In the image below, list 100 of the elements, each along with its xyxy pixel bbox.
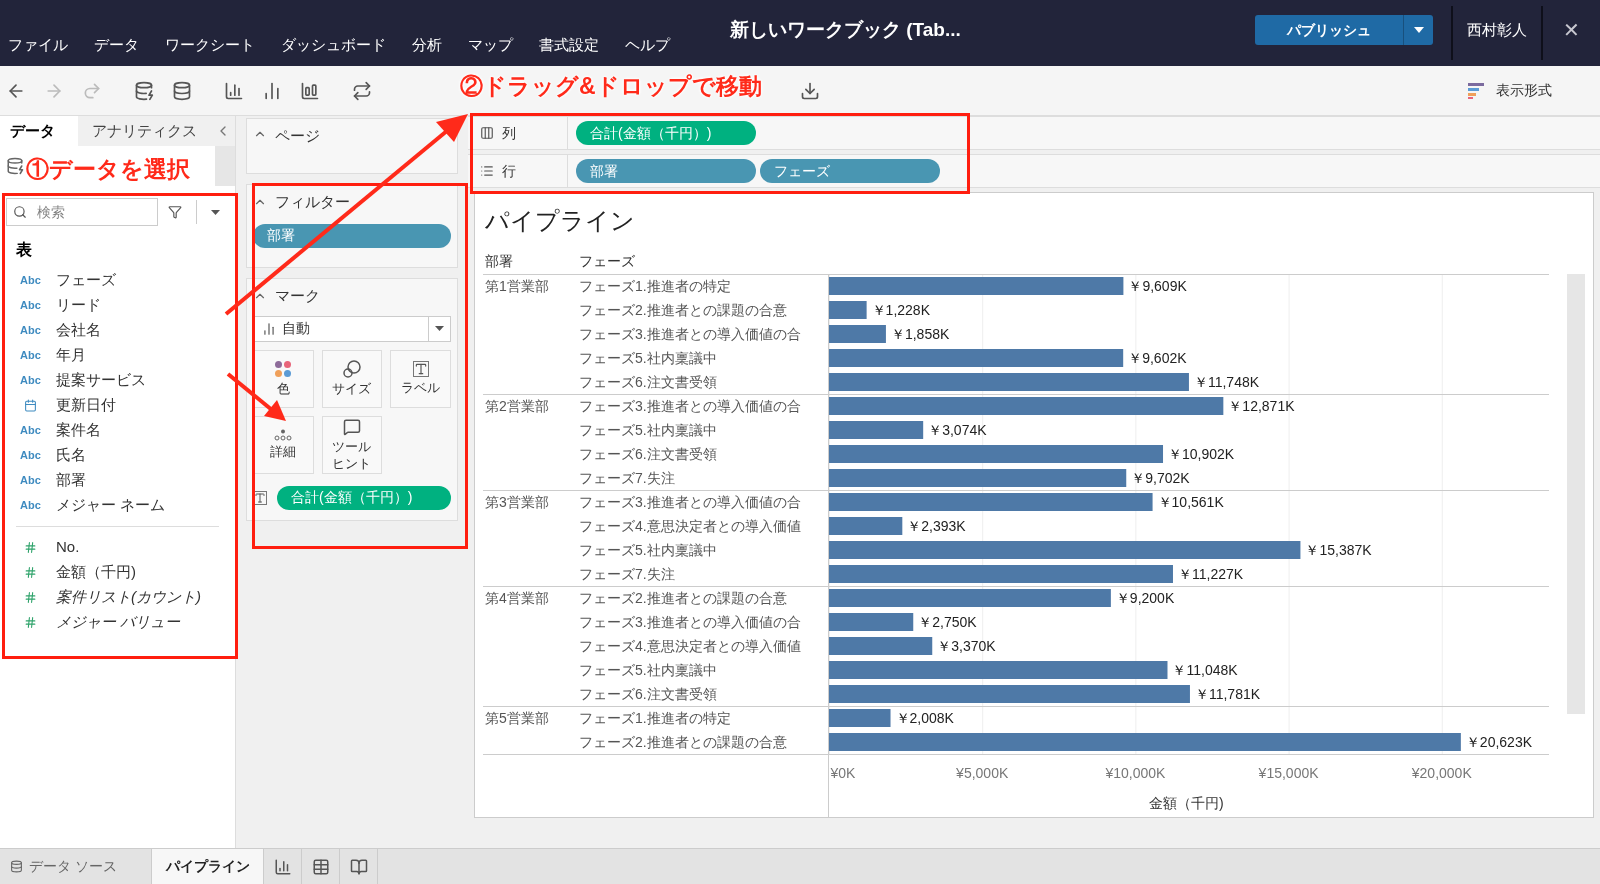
calendar-icon [24, 399, 37, 412]
bar[interactable] [829, 325, 886, 343]
new-data-source-icon[interactable] [134, 80, 154, 101]
bar[interactable] [829, 493, 1153, 511]
bar[interactable] [829, 613, 914, 631]
bar[interactable] [829, 373, 1189, 391]
department-label: 第1営業部 [484, 277, 550, 296]
bar-value-label: ￥9,602K [1128, 350, 1187, 366]
caret-icon[interactable] [211, 209, 220, 215]
bar[interactable] [829, 445, 1163, 463]
field-item[interactable]: 案件リスト(カウント) [56, 586, 201, 609]
close-button[interactable]: ✕ [1563, 15, 1580, 45]
mark-property-button[interactable]: ラベル [401, 379, 441, 396]
publish-button[interactable]: パブリッシュ [1255, 15, 1403, 45]
bar-value-label: ￥3,370K [937, 638, 996, 654]
field-item[interactable]: 会社名 [56, 319, 101, 342]
bar[interactable] [829, 709, 891, 727]
phase-label: フェーズ3.推進者との導入価値の合 [579, 325, 801, 344]
scrollbar[interactable] [1567, 274, 1585, 714]
data-source-icon[interactable] [6, 157, 24, 175]
new-worksheet-icon[interactable] [273, 857, 292, 876]
show-me-label[interactable]: 表示形式 [1496, 80, 1552, 101]
bar-value-label: ￥9,702K [1131, 470, 1190, 486]
text: ¥5,000K [956, 765, 1009, 781]
sheet-tab[interactable]: パイプライン [152, 849, 264, 884]
bar[interactable] [829, 301, 867, 319]
bar[interactable] [829, 277, 1124, 295]
side-tab[interactable]: データ [0, 116, 78, 146]
bar[interactable] [829, 349, 1124, 367]
phase-label: フェーズ4.意思決定者との導入価値 [579, 637, 801, 656]
publish-dropdown-button[interactable] [1403, 15, 1433, 45]
redo-icon[interactable] [82, 80, 102, 101]
mark-type-dropdown[interactable]: 自動 [253, 315, 451, 342]
new-story-icon[interactable] [349, 857, 368, 876]
string-type-label: Abc [20, 373, 42, 389]
menu-item[interactable]: ワークシート [165, 33, 255, 56]
filter-icon[interactable] [168, 205, 182, 219]
bar[interactable] [829, 637, 933, 655]
bar[interactable] [829, 421, 924, 439]
mark-property-button[interactable]: 色 [276, 380, 290, 397]
bar-value-label: ￥2,393K [907, 518, 966, 534]
user-name[interactable]: 西村彰人 [1467, 18, 1527, 42]
shelf-label: 列 [502, 123, 516, 143]
field-item[interactable]: 金額（千円) [56, 561, 136, 584]
field-item[interactable]: メジャー ネーム [56, 494, 166, 517]
bar[interactable] [829, 517, 903, 535]
menu-item[interactable]: ダッシュボード [281, 33, 386, 56]
bar[interactable] [829, 469, 1127, 487]
bar[interactable] [829, 661, 1168, 679]
bar[interactable] [829, 589, 1111, 607]
field-item[interactable]: 更新日付 [56, 394, 116, 417]
menu-item[interactable]: マップ [468, 33, 513, 56]
field-item[interactable]: 年月 [56, 344, 86, 367]
bar[interactable] [829, 565, 1173, 583]
bar-value-label: ￥11,048K [1172, 662, 1238, 678]
bar-value-label: ￥11,227K [1178, 566, 1244, 582]
annotation-text: ②ドラッグ&ドロップで移動 [460, 72, 762, 100]
hash-icon [24, 616, 37, 629]
bar-value-label: ￥2,008K [895, 710, 954, 726]
bar-value-label: ￥11,748K [1193, 374, 1260, 390]
show-me-icon[interactable] [1468, 82, 1486, 99]
phase-label: フェーズ6.注文書受領 [579, 445, 718, 464]
field-item[interactable]: 氏名 [56, 444, 86, 467]
field-item[interactable]: No. [56, 536, 80, 559]
field-item[interactable]: フェーズ [56, 269, 116, 292]
menu-item[interactable]: ファイル [8, 33, 68, 56]
menu-item[interactable]: ヘルプ [625, 33, 670, 56]
menu-item[interactable]: 書式設定 [539, 33, 599, 56]
bar[interactable] [829, 397, 1224, 415]
mark-property-button[interactable]: サイズ [332, 380, 372, 397]
field-item[interactable]: リード [56, 294, 101, 317]
scrollbar[interactable] [215, 146, 235, 186]
department-label: 第3営業部 [484, 493, 550, 512]
size-circles-icon [342, 360, 362, 378]
phase-label: フェーズ5.社内稟議中 [579, 661, 718, 680]
field-item[interactable]: 提案サービス [56, 369, 146, 392]
field-item[interactable]: メジャー バリュー [56, 611, 181, 634]
download-icon[interactable] [800, 80, 820, 101]
bar-value-label: ￥10,561K [1157, 494, 1224, 510]
swap-icon[interactable] [352, 80, 372, 101]
phase-label: フェーズ1.推進者の特定 [579, 709, 732, 728]
phase-label: フェーズ5.社内稟議中 [579, 541, 718, 560]
menu-item[interactable]: データ [94, 33, 139, 56]
bar-value-label: ￥1,858K [890, 326, 950, 342]
field-item[interactable]: 案件名 [56, 419, 101, 442]
phase-label: フェーズ7.失注 [579, 565, 676, 584]
bar[interactable] [829, 685, 1190, 703]
new-dashboard-icon[interactable] [311, 857, 330, 876]
mark-property-button[interactable]: 詳細 [270, 443, 297, 460]
search-field[interactable]: 検索 [6, 198, 158, 226]
bar[interactable] [829, 541, 1301, 559]
string-type-label: Abc [20, 448, 42, 464]
phase-label: フェーズ2.推進者との課題の合意 [579, 733, 787, 752]
menu-item[interactable]: 分析 [412, 33, 442, 56]
string-type-label: Abc [20, 323, 42, 339]
bar[interactable] [829, 733, 1461, 751]
field-item[interactable]: 部署 [56, 469, 86, 492]
column-header: フェーズ [579, 252, 635, 271]
bar-value-label: ￥20,623K [1465, 734, 1533, 750]
department-label: 第2営業部 [484, 397, 550, 416]
